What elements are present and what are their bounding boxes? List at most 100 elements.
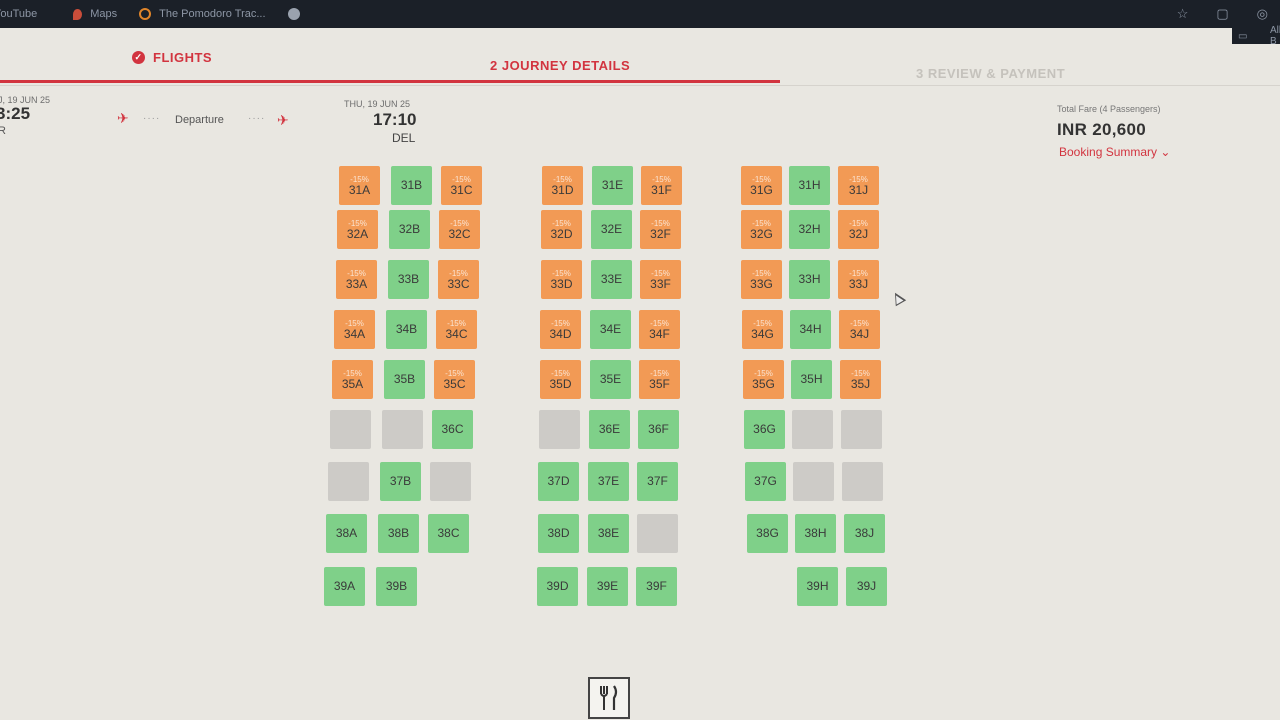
seat-number: 33A xyxy=(345,276,368,291)
seat-number: 33C xyxy=(447,276,470,291)
seat-36h xyxy=(792,410,833,449)
seat-32a[interactable]: -15% 32A xyxy=(337,210,378,249)
seat-32d[interactable]: -15% 32D xyxy=(541,210,582,249)
seat-35h[interactable]: 35H xyxy=(791,360,832,399)
seat-34f[interactable]: -15% 34F xyxy=(639,310,680,349)
seat-37b[interactable]: 37B xyxy=(380,462,421,501)
seat-31c[interactable]: -15% 31C xyxy=(441,166,482,205)
seat-number: 31H xyxy=(798,178,821,192)
bookmark-maps[interactable]: Maps xyxy=(73,8,117,20)
seat-33j[interactable]: -15% 33J xyxy=(838,260,879,299)
seat-31a[interactable]: -15% 31A xyxy=(339,166,380,205)
seat-34c[interactable]: -15% 34C xyxy=(436,310,477,349)
profile-icon[interactable]: ◎ xyxy=(1257,6,1268,22)
seat-number: 38G xyxy=(756,526,779,540)
seat-38e[interactable]: 38E xyxy=(588,514,629,553)
seat-33f[interactable]: -15% 33F xyxy=(640,260,681,299)
seat-34j[interactable]: -15% 34J xyxy=(839,310,880,349)
seat-34e[interactable]: 34E xyxy=(590,310,631,349)
seat-38g[interactable]: 38G xyxy=(747,514,788,553)
seat-39a[interactable]: 39A xyxy=(324,567,365,606)
seat-31b[interactable]: 31B xyxy=(391,166,432,205)
seat-35c[interactable]: -15% 35C xyxy=(434,360,475,399)
seat-31g[interactable]: -15% 31G xyxy=(741,166,782,205)
seat-34b[interactable]: 34B xyxy=(386,310,427,349)
seat-number: 37D xyxy=(547,474,570,488)
seat-32g[interactable]: -15% 32G xyxy=(741,210,782,249)
seat-number: 31E xyxy=(601,178,624,192)
stepper-progress-line xyxy=(0,80,780,83)
arrival-time: 17:10 xyxy=(373,110,417,129)
seat-35g[interactable]: -15% 35G xyxy=(743,360,784,399)
booking-summary-link[interactable]: Booking Summary ⌄ xyxy=(1059,145,1170,159)
seat-35f[interactable]: -15% 35F xyxy=(639,360,680,399)
seat-number: 33B xyxy=(397,272,420,286)
seat-31j[interactable]: -15% 31J xyxy=(838,166,879,205)
seat-33g[interactable]: -15% 33G xyxy=(741,260,782,299)
seat-34g[interactable]: -15% 34G xyxy=(742,310,783,349)
seat-34h[interactable]: 34H xyxy=(790,310,831,349)
seat-37c xyxy=(430,462,471,501)
seat-33a[interactable]: -15% 33A xyxy=(336,260,377,299)
seat-36g[interactable]: 36G xyxy=(744,410,785,449)
seat-31f[interactable]: -15% 31F xyxy=(641,166,682,205)
bookmark-pomodoro[interactable]: The Pomodoro Trac... xyxy=(139,8,266,20)
seat-36e[interactable]: 36E xyxy=(589,410,630,449)
seat-33e[interactable]: 33E xyxy=(591,260,632,299)
seat-39d[interactable]: 39D xyxy=(537,567,578,606)
bookmark-youtube[interactable]: YouTube xyxy=(0,8,37,20)
seat-31e[interactable]: 31E xyxy=(592,166,633,205)
seat-32e[interactable]: 32E xyxy=(591,210,632,249)
seat-37j xyxy=(842,462,883,501)
seat-34d[interactable]: -15% 34D xyxy=(540,310,581,349)
seat-33b[interactable]: 33B xyxy=(388,260,429,299)
seat-35j[interactable]: -15% 35J xyxy=(840,360,881,399)
extensions-icon[interactable]: ▢ xyxy=(1216,6,1228,22)
seat-39h[interactable]: 39H xyxy=(797,567,838,606)
star-icon[interactable]: ☆ xyxy=(1177,6,1189,22)
seat-number: 37F xyxy=(647,474,668,488)
seat-38c[interactable]: 38C xyxy=(428,514,469,553)
seat-number: 38B xyxy=(387,526,410,540)
seat-33d[interactable]: -15% 33D xyxy=(541,260,582,299)
seat-number: 33G xyxy=(750,276,773,291)
seat-32c[interactable]: -15% 32C xyxy=(439,210,480,249)
seat-32f[interactable]: -15% 32F xyxy=(640,210,681,249)
seat-34a[interactable]: -15% 34A xyxy=(334,310,375,349)
seat-39e[interactable]: 39E xyxy=(587,567,628,606)
seat-33c[interactable]: -15% 33C xyxy=(438,260,479,299)
bookmark-globe[interactable] xyxy=(287,8,308,20)
seat-32h[interactable]: 32H xyxy=(789,210,830,249)
step-flights[interactable]: ✓ FLIGHTS xyxy=(132,50,212,65)
seat-35a[interactable]: -15% 35A xyxy=(332,360,373,399)
seat-number: 31F xyxy=(651,182,672,197)
seat-35e[interactable]: 35E xyxy=(590,360,631,399)
seat-38a[interactable]: 38A xyxy=(326,514,367,553)
seat-39j[interactable]: 39J xyxy=(846,567,887,606)
seat-number: 31J xyxy=(848,182,869,197)
seat-39f[interactable]: 39F xyxy=(636,567,677,606)
seat-39b[interactable]: 39B xyxy=(376,567,417,606)
seat-38j[interactable]: 38J xyxy=(844,514,885,553)
seat-37d[interactable]: 37D xyxy=(538,462,579,501)
seat-36c[interactable]: 36C xyxy=(432,410,473,449)
seat-31h[interactable]: 31H xyxy=(789,166,830,205)
seat-31d[interactable]: -15% 31D xyxy=(542,166,583,205)
seat-33h[interactable]: 33H xyxy=(789,260,830,299)
seat-number: 33E xyxy=(600,272,623,286)
seat-32b[interactable]: 32B xyxy=(389,210,430,249)
seat-36f[interactable]: 36F xyxy=(638,410,679,449)
seat-38h[interactable]: 38H xyxy=(795,514,836,553)
seat-37g[interactable]: 37G xyxy=(745,462,786,501)
total-fare-label: Total Fare (4 Passengers) xyxy=(1057,104,1161,114)
seat-35b[interactable]: 35B xyxy=(384,360,425,399)
seat-35d[interactable]: -15% 35D xyxy=(540,360,581,399)
seat-number: 33D xyxy=(550,276,573,291)
seat-number: 33F xyxy=(650,276,671,291)
seat-38d[interactable]: 38D xyxy=(538,514,579,553)
seat-37f[interactable]: 37F xyxy=(637,462,678,501)
booking-stepper: ✓ FLIGHTS 2 JOURNEY DETAILS 3 REVIEW & P… xyxy=(0,36,1280,86)
seat-38b[interactable]: 38B xyxy=(378,514,419,553)
seat-32j[interactable]: -15% 32J xyxy=(838,210,879,249)
seat-37e[interactable]: 37E xyxy=(588,462,629,501)
